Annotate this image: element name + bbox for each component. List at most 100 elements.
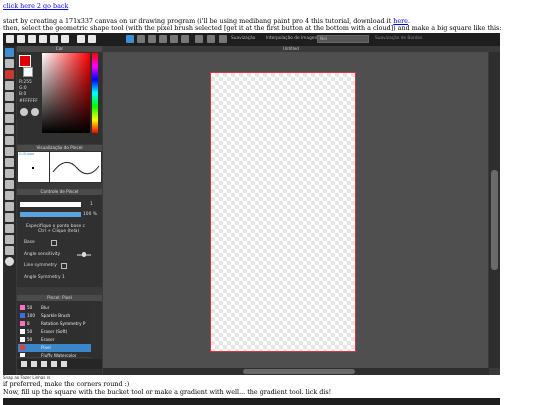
grid-icon[interactable] xyxy=(28,35,36,43)
brush-item-fluffy[interactable]: Fluffy Watercolor xyxy=(18,352,91,358)
brush-name: Eraser xyxy=(41,337,55,342)
select-tool-icon[interactable] xyxy=(5,81,14,90)
intro-paragraph: start by creating a 171x337 canvas on ur… xyxy=(3,17,502,33)
gear-icon[interactable] xyxy=(17,35,25,43)
snap-parallel-icon[interactable] xyxy=(137,35,145,43)
snap-cross-icon[interactable] xyxy=(148,35,156,43)
home-icon[interactable] xyxy=(6,35,14,43)
magic-wand-tool-icon[interactable] xyxy=(5,136,14,145)
brush-settings-icon[interactable] xyxy=(41,361,47,367)
color-panel: Cor R:255 G:0 B:0 #FFFFFF xyxy=(17,46,102,144)
line-symmetry-label: Line symmetry xyxy=(24,263,57,268)
edge-smoothing-label: Suavização de Bordas xyxy=(375,36,423,41)
snap-vanish-icon[interactable] xyxy=(159,35,167,43)
color-value-r: R:255 xyxy=(19,80,32,85)
hue-slider[interactable] xyxy=(92,53,98,133)
select-pen-tool-icon[interactable] xyxy=(5,158,14,167)
color-wheel-icon[interactable] xyxy=(20,108,28,116)
brush-name: Sparkle Brush xyxy=(41,313,71,318)
fill-instructions-text: Now, fill up the square with the bucket … xyxy=(3,388,332,396)
eyedropper-icon[interactable] xyxy=(31,108,39,116)
color-panel-title: Cor xyxy=(17,46,102,52)
text-tool-icon[interactable] xyxy=(5,213,14,222)
intro-text-2: then, select the geometric shape tool (w… xyxy=(3,24,502,33)
back-link[interactable]: click here 2 go back xyxy=(3,2,68,10)
brush-size: 50 xyxy=(27,329,33,334)
select-eraser-tool-icon[interactable] xyxy=(5,169,14,178)
panel-icon[interactable] xyxy=(61,35,69,43)
shape-tool-icon[interactable] xyxy=(5,70,14,79)
brush-list-title: Pincel: Pixel xyxy=(17,295,102,301)
snap-settings-icon[interactable] xyxy=(207,35,215,43)
copy-brush-icon[interactable] xyxy=(51,361,57,367)
background-color-swatch[interactable] xyxy=(23,67,33,77)
operation-tool-icon[interactable] xyxy=(5,202,14,211)
brush-name: Blur xyxy=(41,305,50,310)
interpolation-select[interactable]: Nei xyxy=(317,35,369,43)
bucket-tool-icon[interactable] xyxy=(5,114,14,123)
saturation-value-picker[interactable] xyxy=(42,53,90,133)
eraser-tool-icon[interactable] xyxy=(5,59,14,68)
window-icon[interactable] xyxy=(50,35,58,43)
brush-size: 50 xyxy=(27,337,33,342)
lasso-tool-icon[interactable] xyxy=(5,147,14,156)
brush-list-panel: Pincel: Pixel 50 Blur 100 Sparkle Brush … xyxy=(17,295,102,375)
drawing-canvas[interactable] xyxy=(210,72,356,352)
brush-swatch xyxy=(20,305,25,310)
size-slider[interactable] xyxy=(20,202,81,207)
foreground-color-swatch[interactable] xyxy=(19,55,31,67)
size-value: 1 xyxy=(90,202,93,207)
line-symmetry-checkbox[interactable] xyxy=(61,263,67,269)
angle-symmetry-label: Angle Symmetry 1 xyxy=(24,275,65,280)
brush-list-toolbar xyxy=(17,359,102,369)
add-brush-icon[interactable] xyxy=(31,361,37,367)
fill-tool-icon[interactable] xyxy=(5,191,14,200)
base-hint-2: Ctrl + Clique (tela) xyxy=(38,229,80,234)
hand-tool-icon[interactable] xyxy=(5,235,14,244)
interpolation-label: Interpolação de Imagens xyxy=(266,36,320,41)
brush-stroke-preview xyxy=(50,152,101,182)
horizontal-scroll-thumb[interactable] xyxy=(243,369,355,374)
brush-swatch xyxy=(20,313,25,318)
delete-brush-icon[interactable] xyxy=(61,361,67,367)
fill-rect-tool-icon[interactable] xyxy=(5,103,14,112)
horizontal-scrollbar[interactable] xyxy=(103,368,489,375)
angle-sensitivity-label: Angle sensitivity xyxy=(24,252,61,257)
opacity-slider[interactable] xyxy=(20,212,81,217)
rotate-tool-icon[interactable] xyxy=(5,246,14,255)
angle-slider-handle[interactable] xyxy=(82,252,86,257)
brush-preview-label: G-Shape xyxy=(19,152,35,156)
undo-icon[interactable] xyxy=(77,35,85,43)
cloud-brush-icon[interactable] xyxy=(21,361,27,367)
divide-tool-icon[interactable] xyxy=(5,180,14,189)
brush-preview-title: Visualização do Pincel xyxy=(17,145,102,151)
base-label: Base xyxy=(24,240,35,245)
snap-radial-icon[interactable] xyxy=(170,35,178,43)
brush-swatch xyxy=(20,321,25,326)
brush-control-panel: Controle de Pincel 1 100 % Especifique o… xyxy=(17,189,102,287)
brush-name: Pixel xyxy=(41,345,51,350)
vertical-scroll-thumb[interactable] xyxy=(491,170,498,270)
base-checkbox[interactable] xyxy=(51,240,57,246)
gradient-tool-icon[interactable] xyxy=(5,125,14,134)
redo-icon[interactable] xyxy=(88,35,96,43)
snap-curve-icon[interactable] xyxy=(195,35,203,43)
snap-shape-icon[interactable] xyxy=(219,35,227,43)
snap-off-icon[interactable] xyxy=(126,35,134,43)
brush-swatch xyxy=(20,345,25,350)
color-value-b: B:0 xyxy=(19,92,27,97)
brush-swatch xyxy=(20,337,25,342)
dropper-tool-icon[interactable] xyxy=(5,224,14,233)
brush-size: 100 xyxy=(27,313,35,318)
brush-control-title: Controle de Pincel xyxy=(17,189,102,195)
move-tool-icon[interactable] xyxy=(5,92,14,101)
color-hex: #FFFFFF xyxy=(19,99,38,104)
vertical-scrollbar[interactable] xyxy=(489,52,500,368)
snap-circle-icon[interactable] xyxy=(181,35,189,43)
brush-tool-icon[interactable] xyxy=(5,48,14,57)
hand-grab-icon[interactable] xyxy=(5,257,14,266)
layout-icon[interactable] xyxy=(39,35,47,43)
canvas-tab-bar: Untitled xyxy=(103,46,488,52)
canvas-tab[interactable]: Untitled xyxy=(283,46,299,51)
antialias-label: Suavização xyxy=(231,36,256,41)
